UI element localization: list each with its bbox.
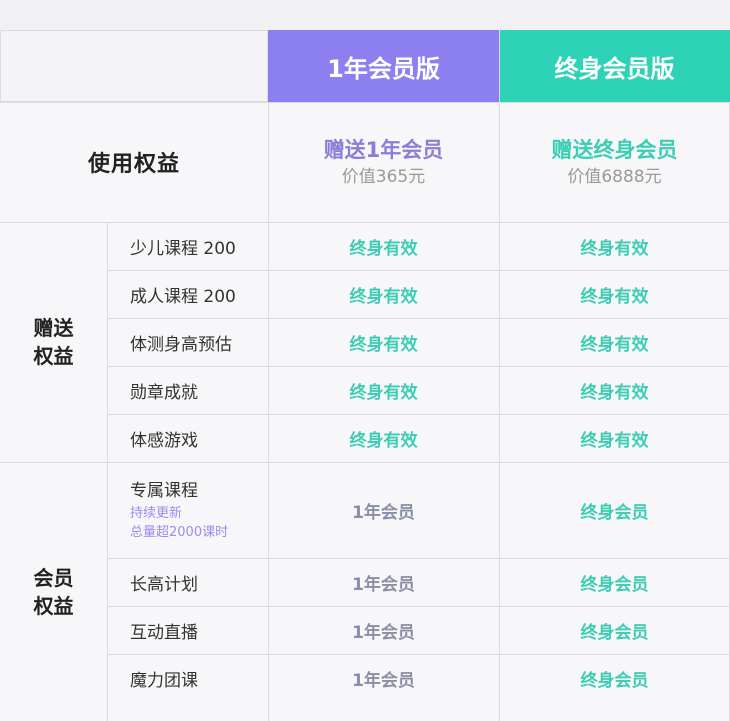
plan-1-gift: 赠送1年会员 (323, 138, 444, 162)
plan-1-gift-value: 价值365元 (341, 167, 426, 187)
plan-1-value: 终身有效 (349, 430, 418, 451)
usage-rights-title: 使用权益 (87, 152, 180, 177)
plan-1-value: 终身有效 (349, 334, 418, 355)
plan-2-gift-value: 价值6888元 (567, 167, 662, 187)
row-label: 成人课程 200 (130, 286, 236, 307)
row-label: 体感游戏 (130, 430, 198, 451)
header-empty-cell (0, 30, 268, 102)
plan-2-gift: 赠送终身会员 (551, 138, 678, 162)
plan-2-value: 终身有效 (580, 382, 649, 403)
group-label-gift-rights: 赠送 权益 (33, 316, 74, 368)
row-label: 少儿课程 200 (130, 238, 236, 259)
plan-2-value: 终身会员 (580, 502, 649, 523)
plan-2-value: 终身会员 (580, 670, 649, 691)
plan-2-value: 终身会员 (580, 574, 649, 595)
row-note: 持续更新 (130, 506, 183, 521)
row-note: 总量超2000课时 (130, 525, 229, 540)
comparison-table: 1年会员版 终身会员版 使用权益 赠送1年会员 价值365元 赠送终身会员 价值… (0, 0, 730, 721)
row-label-multi: 专属课程 持续更新 总量超2000课时 (107, 462, 268, 558)
plan-1-value: 终身有效 (349, 286, 418, 307)
row-label: 勋章成就 (130, 382, 198, 403)
group-label-member-rights: 会员 权益 (33, 565, 74, 618)
plan-2-value: 终身有效 (580, 334, 649, 355)
plan-1-year-header: 1年会员版 (268, 30, 499, 102)
plan-lifetime-header: 终身会员版 (499, 30, 730, 102)
plan-1-value: 1年会员 (352, 670, 415, 691)
top-band (0, 0, 730, 30)
row-label: 体测身高预估 (130, 334, 232, 355)
plan-2-value: 终身有效 (580, 430, 649, 451)
plan-1-value: 1年会员 (352, 574, 415, 595)
plan-1-gift-cell: 赠送1年会员 价值365元 (268, 102, 499, 222)
plan-1-value: 终身有效 (349, 382, 418, 403)
plan-1-value: 终身有效 (349, 238, 418, 259)
row-label: 互动直播 (130, 622, 198, 643)
row-label: 专属课程 (130, 481, 198, 501)
plan-2-value: 终身有效 (580, 238, 649, 259)
row-label: 魔力团课 (130, 670, 198, 691)
plan-2-value: 终身会员 (580, 622, 649, 643)
plan-2-value: 终身有效 (580, 286, 649, 307)
plan-2-gift-cell: 赠送终身会员 价值6888元 (499, 102, 730, 222)
plan-1-value: 1年会员 (352, 622, 415, 643)
plan-1-value: 1年会员 (352, 502, 415, 523)
row-label: 长高计划 (130, 574, 198, 595)
